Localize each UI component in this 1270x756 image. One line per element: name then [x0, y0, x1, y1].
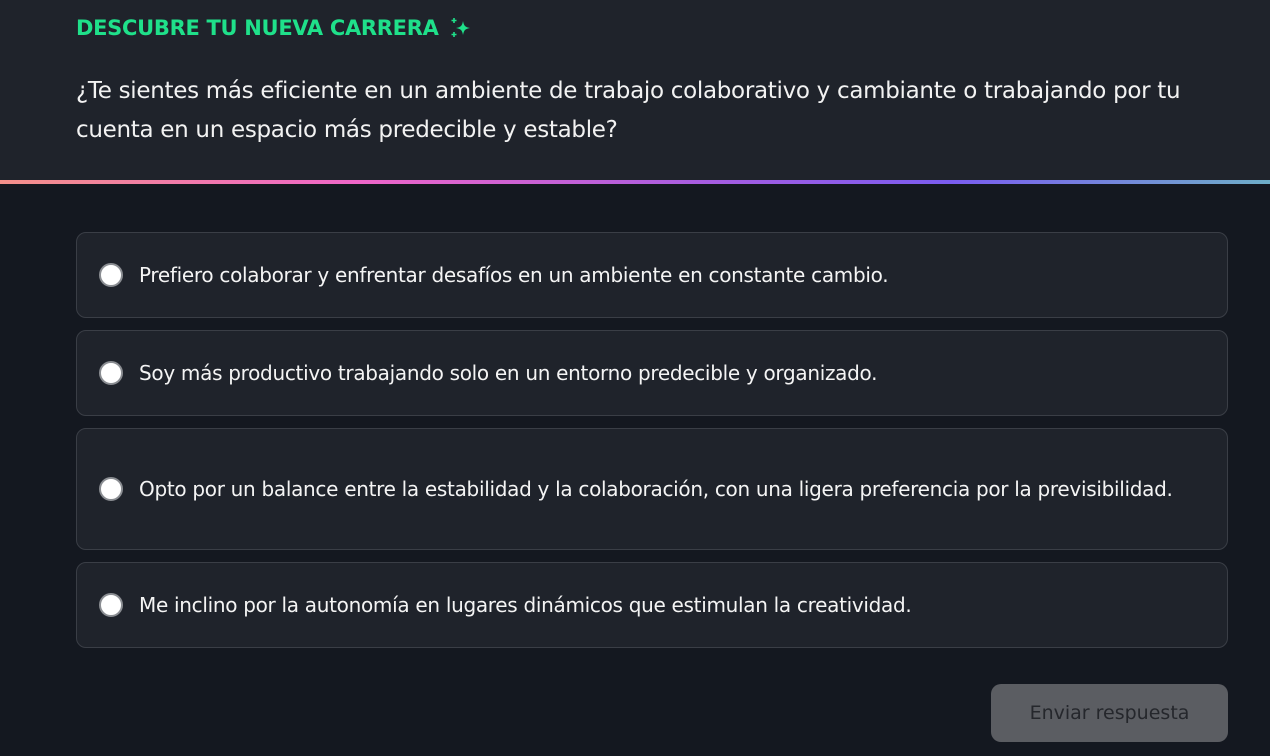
question-header: DESCUBRE TU NUEVA CARRERA ¿Te sientes má… — [0, 0, 1270, 180]
option-label: Prefiero colaborar y enfrentar desafíos … — [139, 262, 889, 287]
answer-options: Prefiero colaborar y enfrentar desafíos … — [76, 232, 1228, 648]
radio-button[interactable] — [99, 361, 123, 385]
radio-button[interactable] — [99, 263, 123, 287]
radio-button[interactable] — [99, 593, 123, 617]
answer-option[interactable]: Me inclino por la autonomía en lugares d… — [76, 562, 1228, 648]
answer-option[interactable]: Opto por un balance entre la estabilidad… — [76, 428, 1228, 550]
answer-option[interactable]: Prefiero colaborar y enfrentar desafíos … — [76, 232, 1228, 318]
question-text: ¿Te sientes más eficiente en un ambiente… — [76, 78, 1181, 143]
kicker: DESCUBRE TU NUEVA CARRERA — [76, 14, 1270, 42]
gradient-divider — [0, 180, 1270, 184]
option-label: Opto por un balance entre la estabilidad… — [139, 476, 1173, 501]
kicker-text: DESCUBRE TU NUEVA CARRERA — [76, 16, 439, 40]
option-label: Soy más productivo trabajando solo en un… — [139, 360, 878, 385]
answer-option[interactable]: Soy más productivo trabajando solo en un… — [76, 330, 1228, 416]
radio-button[interactable] — [99, 477, 123, 501]
option-label: Me inclino por la autonomía en lugares d… — [139, 592, 912, 617]
sparkles-icon — [451, 18, 470, 37]
submit-button[interactable]: Enviar respuesta — [991, 684, 1228, 742]
